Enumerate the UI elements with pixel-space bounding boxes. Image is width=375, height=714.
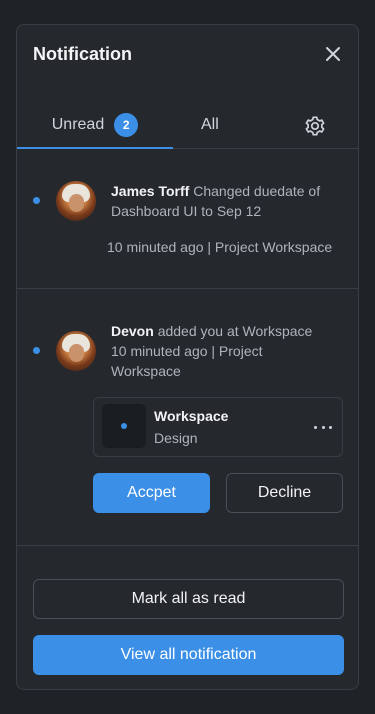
notification-tabs: Unread 2 All bbox=[17, 107, 358, 149]
avatar bbox=[56, 181, 96, 221]
gear-icon bbox=[305, 116, 325, 136]
tab-unread[interactable]: Unread 2 bbox=[17, 107, 173, 149]
workspace-card[interactable]: Workspace Design bbox=[93, 397, 343, 457]
notification-panel: Notification Unread 2 All James Torff Ch… bbox=[16, 24, 359, 690]
decline-button[interactable]: Decline bbox=[226, 473, 343, 513]
close-button[interactable] bbox=[322, 43, 344, 65]
unread-dot bbox=[33, 197, 40, 204]
close-icon bbox=[326, 47, 340, 61]
notification-meta: 10 minuted ago | Project Workspace bbox=[111, 343, 263, 379]
card-title: Workspace bbox=[154, 408, 229, 424]
notification-user: Devon bbox=[111, 323, 154, 339]
card-subtitle: Design bbox=[154, 430, 198, 446]
notification-item[interactable]: Devon added you at Workspace 10 minuted … bbox=[17, 289, 358, 546]
more-icon bbox=[314, 425, 317, 429]
avatar bbox=[56, 331, 96, 371]
notification-message: James Torff Changed duedate of Dashboard… bbox=[111, 181, 347, 221]
workspace-icon bbox=[102, 404, 146, 448]
accept-button[interactable]: Accpet bbox=[93, 473, 210, 513]
tab-all-label: All bbox=[201, 116, 219, 133]
notification-meta: 10 minuted ago | Project Workspace bbox=[107, 239, 333, 255]
notification-message: Devon added you at Workspace 10 minuted … bbox=[111, 321, 327, 381]
panel-header: Notification bbox=[17, 25, 358, 87]
panel-title: Notification bbox=[33, 44, 132, 64]
more-button[interactable] bbox=[314, 418, 332, 436]
tab-unread-label: Unread bbox=[51, 116, 105, 133]
mark-all-read-button[interactable]: Mark all as read bbox=[33, 579, 344, 619]
unread-dot bbox=[33, 347, 40, 354]
view-all-button[interactable]: View all notification bbox=[33, 635, 344, 675]
settings-button[interactable] bbox=[304, 115, 326, 137]
notification-text: added you at Workspace bbox=[157, 323, 313, 339]
tab-all[interactable]: All bbox=[201, 107, 219, 149]
unread-count-badge: 2 bbox=[114, 113, 139, 137]
notification-item[interactable]: James Torff Changed duedate of Dashboard… bbox=[17, 149, 358, 289]
notification-user: James Torff bbox=[111, 183, 190, 199]
